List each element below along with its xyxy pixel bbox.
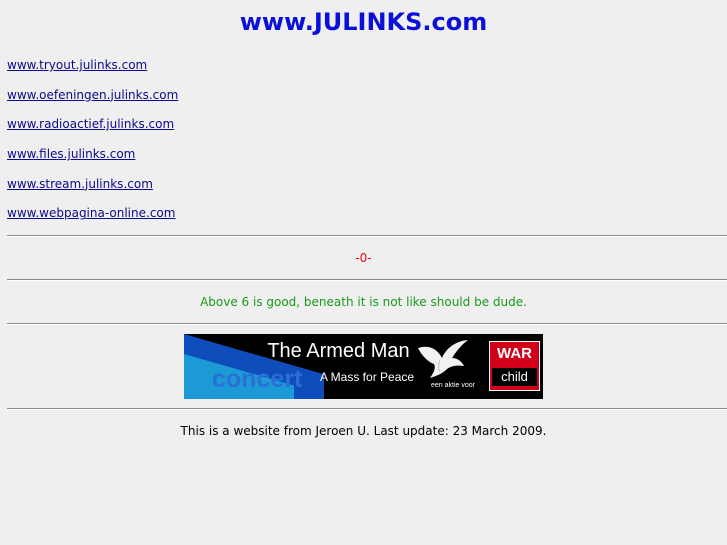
- banner-subtitle: A Mass for Peace: [320, 370, 415, 384]
- link-oefeningen[interactable]: www.oefeningen.julinks.com: [7, 88, 178, 103]
- banner-concert-label: concert: [212, 365, 303, 393]
- war-child-logo-top: WAR: [497, 345, 532, 362]
- divider: [7, 235, 727, 237]
- banner-title: The Armed Man: [267, 340, 410, 362]
- visitor-counter: -0-: [355, 251, 372, 265]
- link-stream[interactable]: www.stream.julinks.com: [7, 177, 178, 192]
- divider: [7, 323, 727, 325]
- link-webpagina-online[interactable]: www.webpagina-online.com: [7, 206, 178, 221]
- war-child-logo: WAR child: [489, 341, 540, 391]
- link-files[interactable]: www.files.julinks.com: [7, 147, 178, 162]
- link-tryout[interactable]: www.tryout.julinks.com: [7, 58, 178, 73]
- divider: [7, 408, 727, 410]
- banner-aktie-label: een aktie voor: [431, 382, 475, 389]
- link-list: www.tryout.julinks.com www.oefeningen.ju…: [7, 58, 178, 236]
- divider: [7, 279, 727, 281]
- status-message: Above 6 is good, beneath it is not like …: [200, 295, 527, 309]
- war-child-logo-bottom: child: [492, 368, 537, 386]
- site-title: www.JULINKS.com: [239, 8, 488, 36]
- footer-text: This is a website from Jeroen U. Last up…: [180, 424, 547, 438]
- dove-icon: [418, 340, 468, 378]
- armed-man-banner[interactable]: The Armed Man concert A Mass for Peace e…: [184, 334, 543, 399]
- link-radioactief[interactable]: www.radioactief.julinks.com: [7, 117, 178, 132]
